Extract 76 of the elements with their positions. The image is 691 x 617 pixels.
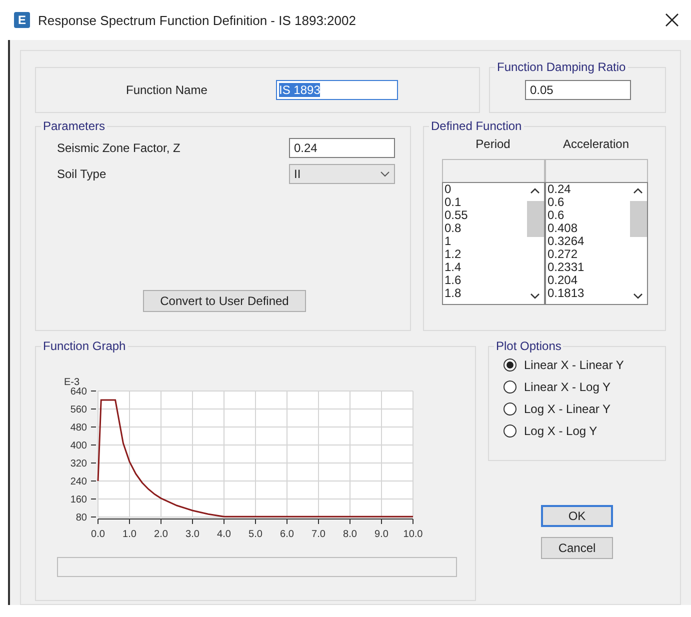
radio-button[interactable] — [503, 358, 517, 372]
column-heading: Acceleration — [562, 137, 630, 153]
tick-label: 160 — [70, 494, 87, 506]
list-item[interactable]: 0.272 — [548, 248, 578, 261]
entry-field[interactable] — [442, 159, 544, 182]
tick-label: 9.0 — [374, 529, 388, 540]
list-item[interactable]: 1.8 — [444, 287, 462, 300]
list-item[interactable]: 1.4 — [444, 261, 462, 274]
group-title: Parameters — [42, 119, 106, 133]
list-item[interactable]: 0.408 — [548, 222, 578, 235]
selected-text: IS 1893 — [279, 83, 320, 97]
tick-label: 10.0 — [403, 529, 423, 540]
zone-factor-field[interactable]: 0.24 — [289, 138, 395, 158]
tick-label: 7.0 — [312, 529, 326, 540]
list-item[interactable]: 0 — [444, 183, 452, 196]
list-item[interactable]: 1.2 — [444, 248, 462, 261]
list-item[interactable]: 0.3264 — [548, 235, 584, 248]
entry-field[interactable] — [544, 159, 648, 182]
cancel-button[interactable]: Cancel — [541, 537, 613, 559]
option-label[interactable]: Log X - Linear Y — [524, 402, 611, 416]
tick-label: 1.0 — [122, 529, 136, 540]
list-item[interactable]: 0.6 — [548, 209, 564, 222]
option-label[interactable]: Log X - Log Y — [524, 424, 598, 438]
axis-label: E-3 — [64, 377, 80, 388]
value-list[interactable]: 0 0.1 0.55 0.8 1 1.2 1.4 1.6 1.8 — [442, 182, 544, 305]
option-label[interactable]: Linear X - Log Y — [524, 380, 611, 394]
list-item[interactable]: 0.8 — [444, 222, 462, 235]
function-name-label: Function Name — [126, 83, 208, 97]
scroll-up-icon[interactable] — [530, 187, 540, 194]
tick-label: 320 — [70, 458, 87, 470]
ok-button[interactable]: OK — [541, 505, 613, 527]
convert-button[interactable]: Convert to User Defined — [143, 290, 306, 312]
tick-label: 2.0 — [154, 529, 168, 540]
list-item[interactable]: 0.6 — [548, 196, 564, 209]
tick-label: 0.0 — [91, 529, 105, 540]
group-title: Defined Function — [430, 119, 523, 133]
scroll-down-icon[interactable] — [530, 293, 540, 300]
group-title: Function Damping Ratio — [496, 60, 627, 74]
list-item[interactable]: 0.55 — [444, 209, 468, 222]
scroll-up-icon[interactable] — [633, 187, 643, 194]
tick-label: 8.0 — [343, 529, 357, 540]
field-label: Soil Type — [57, 167, 106, 181]
group-title: Plot Options — [495, 339, 562, 353]
list-item[interactable]: 1.6 — [444, 274, 462, 287]
radio-button[interactable] — [503, 424, 517, 438]
radio-button[interactable] — [503, 380, 517, 394]
window-title: Response Spectrum Function Definition - IS 1893:2002 — [38, 12, 357, 28]
damping-ratio-field[interactable]: 0.05 — [525, 80, 631, 100]
value-list[interactable]: 0.24 0.6 0.6 0.408 0.3264 0.272 0.2331 0.204 0.1813 — [544, 182, 648, 305]
chevron-down-icon — [380, 171, 390, 177]
list-item[interactable]: 0.1813 — [548, 287, 584, 300]
list-item[interactable]: 0.204 — [548, 274, 578, 287]
list-item[interactable]: 1 — [444, 235, 452, 248]
tick-label: 3.0 — [186, 529, 200, 540]
tick-label: 4.0 — [217, 529, 231, 540]
tick-label: 5.0 — [248, 529, 262, 540]
list-item[interactable]: 0.2331 — [548, 261, 584, 274]
column-heading: Period — [474, 137, 512, 153]
tick-label: 80 — [76, 512, 87, 524]
tick-label: 6.0 — [280, 529, 294, 540]
close-icon[interactable] — [665, 13, 679, 27]
scroll-down-icon[interactable] — [633, 293, 643, 300]
function-name-field[interactable]: IS 1893 — [276, 80, 398, 100]
tick-label: 560 — [70, 404, 87, 416]
field-label: Seismic Zone Factor, Z — [57, 141, 180, 155]
radio-button[interactable] — [503, 402, 517, 416]
list-item[interactable]: 0.24 — [548, 183, 571, 196]
soil-type-dropdown[interactable]: II — [289, 164, 395, 184]
list-item[interactable]: 0.1 — [444, 196, 462, 209]
tick-label: 240 — [70, 476, 87, 488]
tick-label: 480 — [70, 422, 87, 434]
tick-label: 400 — [70, 440, 87, 452]
group-title: Function Graph — [42, 339, 127, 353]
tick-label: 640 — [70, 386, 87, 398]
option-label[interactable]: Linear X - Linear Y — [524, 358, 624, 372]
app-icon: E — [14, 12, 30, 28]
